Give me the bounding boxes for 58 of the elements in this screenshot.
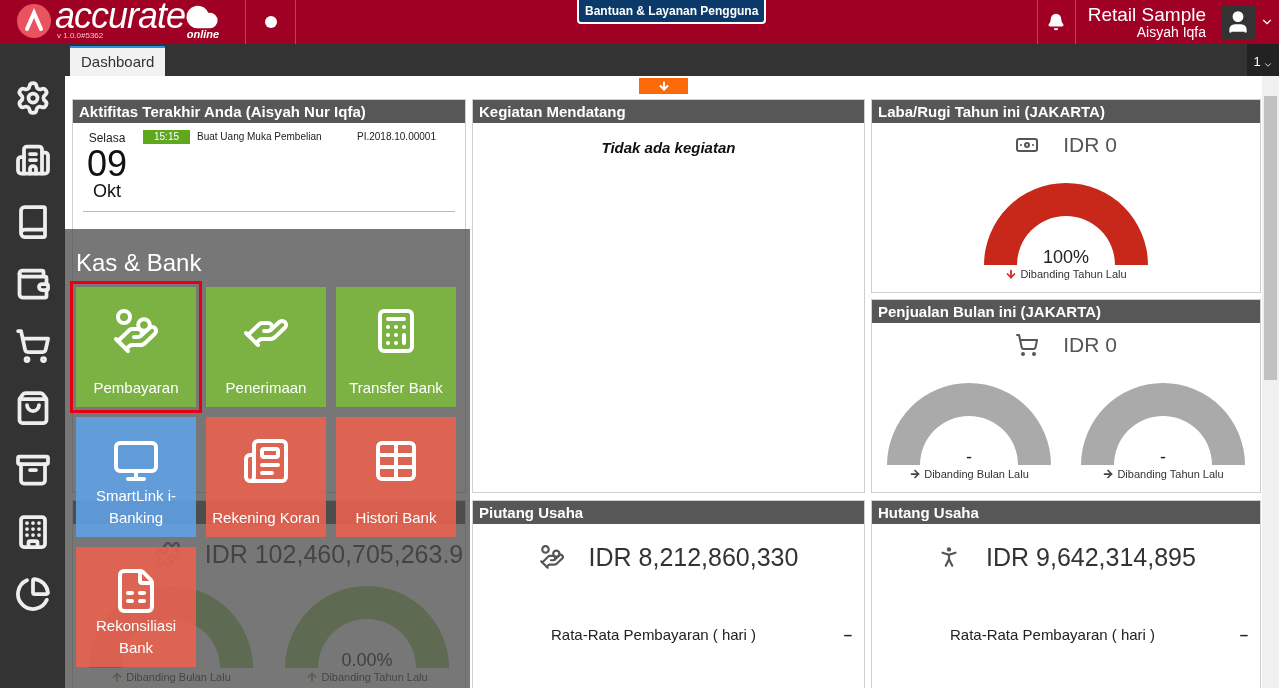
panel-header: Laba/Rugi Tahun ini (JAKARTA) xyxy=(872,100,1260,123)
version-text: v 1.0.0#5362 xyxy=(56,31,105,40)
cabinet-icon[interactable] xyxy=(14,452,51,488)
amount-value: IDR 0 xyxy=(1063,132,1117,158)
gauge-value: - xyxy=(966,446,972,467)
menu-title: Kas & Bank xyxy=(76,249,203,277)
amount-value: IDR 8,212,860,330 xyxy=(588,544,799,570)
gauge-caption: Dibanding Tahun Lalu xyxy=(1117,466,1224,482)
panel-header: Hutang Usaha xyxy=(872,501,1260,524)
metric-label: Rata-Rata Pembayaran ( hari ) xyxy=(551,625,757,645)
menu-tile[interactable]: Pembayaran xyxy=(70,281,202,413)
menu-tile[interactable]: Rekening Koran xyxy=(206,417,326,537)
gauge-caption: Dibanding Tahun Lalu xyxy=(1020,266,1127,282)
logo-icon xyxy=(17,4,51,38)
company-name: Retail Sample xyxy=(1087,4,1206,25)
day-number: 09 xyxy=(86,147,127,181)
logo-text: accurate xyxy=(55,1,186,31)
metric-label: Rata-Rata Pembayaran ( hari ) xyxy=(950,625,1156,645)
cart-icon xyxy=(1015,332,1040,357)
panel-header: Kegiatan Mendatang xyxy=(473,100,864,123)
hand-coins-icon xyxy=(112,307,160,355)
pie-chart-icon[interactable] xyxy=(14,576,51,612)
gauge-value: 100% xyxy=(1043,246,1089,267)
metric-value: – xyxy=(843,625,852,645)
chevron-down-icon xyxy=(1262,60,1273,70)
help-button[interactable]: Bantuan & Layanan Pengguna xyxy=(577,0,767,24)
menu-tile[interactable]: Transfer Bank xyxy=(336,287,456,407)
panel-header: Aktifitas Terakhir Anda (Aisyah Nur Iqfa) xyxy=(73,100,465,123)
menu-tile[interactable]: SmartLink i-Banking xyxy=(76,417,196,537)
building-icon[interactable] xyxy=(14,142,51,178)
metric-value: – xyxy=(1239,625,1248,645)
activity-reference: PI.2018.10.00001 xyxy=(357,130,436,144)
month-name: Okt xyxy=(93,181,121,201)
cart-icon[interactable] xyxy=(14,328,51,364)
empty-message: Tidak ada kegiatan xyxy=(600,138,737,158)
avatar-button[interactable] xyxy=(1221,5,1255,39)
logo-subtext: online xyxy=(186,28,220,40)
menu-tile[interactable]: Penerimaan xyxy=(206,287,326,407)
gauge-value: - xyxy=(1160,446,1166,467)
menu-tile[interactable]: Histori Bank xyxy=(336,417,456,537)
newspaper-icon xyxy=(242,437,290,485)
tab[interactable]: Dashboard xyxy=(70,46,166,76)
amount-value: IDR 0 xyxy=(1063,332,1117,358)
tab-counter[interactable]: 1 xyxy=(1247,44,1279,76)
user-name: Aisyah Iqfa xyxy=(1136,24,1206,40)
hand-coins-icon xyxy=(538,544,565,570)
gauge-caption: Dibanding Bulan Lalu xyxy=(924,466,1029,482)
day-name: Selasa xyxy=(88,130,126,147)
amount-value: IDR 9,642,314,895 xyxy=(986,544,1196,570)
menu-tile[interactable]: Rekonsiliasi Bank xyxy=(76,547,196,667)
gauge-value: 0.00% xyxy=(341,650,393,670)
time-badge: 15:15 xyxy=(143,129,190,144)
activity-text[interactable]: Buat Uang Muka Pembelian xyxy=(197,129,357,144)
bell-icon xyxy=(1047,13,1066,31)
collapse-button[interactable] xyxy=(639,78,688,94)
panel-header: Penjualan Bulan ini (JAKARTA) xyxy=(872,300,1260,323)
arrow-down-icon xyxy=(657,80,670,92)
panel-header: Piutang Usaha xyxy=(473,501,864,524)
